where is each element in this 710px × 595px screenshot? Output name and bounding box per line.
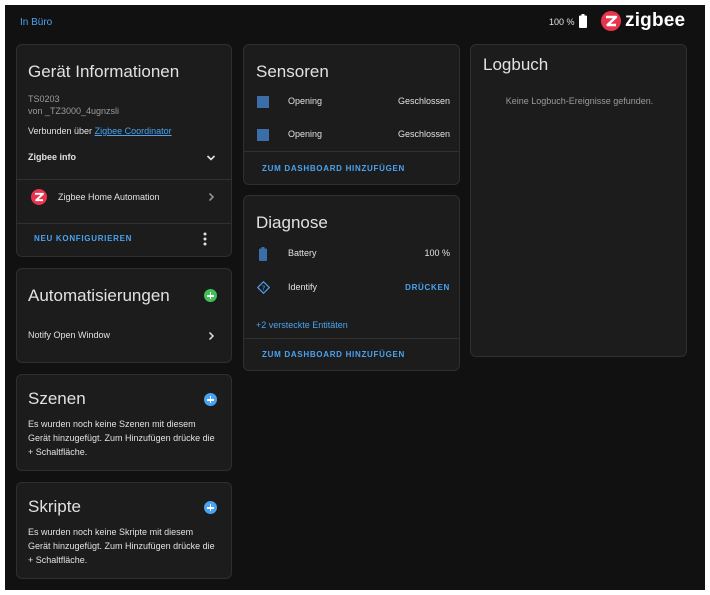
more-vert-icon[interactable] [203,232,207,246]
device-model: TS0203 [28,94,60,104]
sensors-card: Sensoren Opening Geschlossen Opening Ges… [243,44,460,185]
battery-icon [579,14,587,28]
automation-item[interactable]: Notify Open Window [17,324,231,348]
door-sensor-icon [257,129,269,141]
brand-logo: zigbee [601,10,691,34]
card-title: Skripte [28,497,81,516]
divider [244,338,459,339]
sensor-name: Opening [288,96,323,106]
brand-name: zigbee [625,10,686,31]
card-title: Logbuch [483,55,549,74]
integration-row[interactable]: Zigbee Home Automation [17,180,231,214]
zigbee-info-expander[interactable]: Zigbee info [17,144,231,168]
device-manufacturer: von _TZ3000_4ugnzsli [28,106,120,116]
coordinator-link[interactable]: Zigbee Coordinator [95,126,172,136]
app-window: In Büro 100 % zigbee Gerät Informationen… [5,5,705,590]
logbook-card: Logbuch Keine Logbuch-Ereignisse gefunde… [470,44,687,357]
scenes-card: Szenen Es wurden noch keine Szenen mit d… [16,374,232,471]
battery-icon [259,247,267,261]
add-to-dashboard-button[interactable]: ZUM DASHBOARD HINZUFÜGEN [262,164,405,173]
connected-via: Verbunden über Zigbee Coordinator [28,126,172,136]
sensor-row[interactable]: Opening Geschlossen [244,123,459,147]
identify-row: ? Identify DRÜCKEN [244,276,459,300]
scripts-empty-text: Es wurden noch keine Skripte mit diesem … [28,527,215,565]
top-bar: In Büro 100 % zigbee [5,5,705,39]
connected-prefix: Verbunden über [28,126,93,136]
card-title: Szenen [28,389,86,408]
battery-row[interactable]: Battery 100 % [244,242,459,266]
divider [244,151,459,152]
device-info-card: Gerät Informationen TS0203 von _TZ3000_4… [16,44,232,257]
zigbee-integration-icon [31,189,47,205]
diagnose-card: Diagnose Battery 100 % ? Identify DRÜCKE… [243,195,460,371]
identify-press-button[interactable]: DRÜCKEN [405,283,450,292]
sensor-state: Geschlossen [397,96,450,106]
logbook-empty-text: Keine Logbuch-Ereignisse gefunden. [505,96,654,106]
identify-icon: ? [257,281,270,294]
chevron-right-icon [208,192,215,202]
battery-status-text: 100 % [549,17,575,27]
door-sensor-icon [257,96,269,108]
add-automation-button[interactable] [204,289,217,302]
integration-label: Zigbee Home Automation [58,192,160,202]
automations-card: Automatisierungen Notify Open Window [16,268,232,363]
automation-label: Notify Open Window [28,330,111,340]
zigbee-info-label: Zigbee info [28,152,76,162]
scripts-card: Skripte Es wurden noch keine Skripte mit… [16,482,232,579]
divider [17,223,231,224]
identify-label: Identify [288,282,318,292]
breadcrumb-area[interactable]: In Büro [20,17,52,28]
svg-text:?: ? [262,284,266,292]
add-script-button[interactable] [204,501,217,514]
battery-value: 100 % [424,248,450,258]
add-to-dashboard-button[interactable]: ZUM DASHBOARD HINZUFÜGEN [262,350,405,359]
sensor-state: Geschlossen [397,129,450,139]
hidden-entities-link[interactable]: +2 versteckte Entitäten [256,320,348,330]
chevron-right-icon [208,331,215,341]
card-title: Automatisierungen [28,286,170,305]
card-title: Sensoren [256,62,329,81]
chevron-down-icon [206,155,216,161]
card-title: Gerät Informationen [28,62,180,81]
sensor-row[interactable]: Opening Geschlossen [244,90,459,114]
reconfigure-button[interactable]: NEU KONFIGURIEREN [34,234,132,243]
battery-label: Battery [288,248,317,258]
add-scene-button[interactable] [204,393,217,406]
card-title: Diagnose [256,213,328,232]
scenes-empty-text: Es wurden noch keine Szenen mit diesem G… [28,419,215,457]
zigbee-logo-icon [601,11,621,31]
sensor-name: Opening [288,129,323,139]
